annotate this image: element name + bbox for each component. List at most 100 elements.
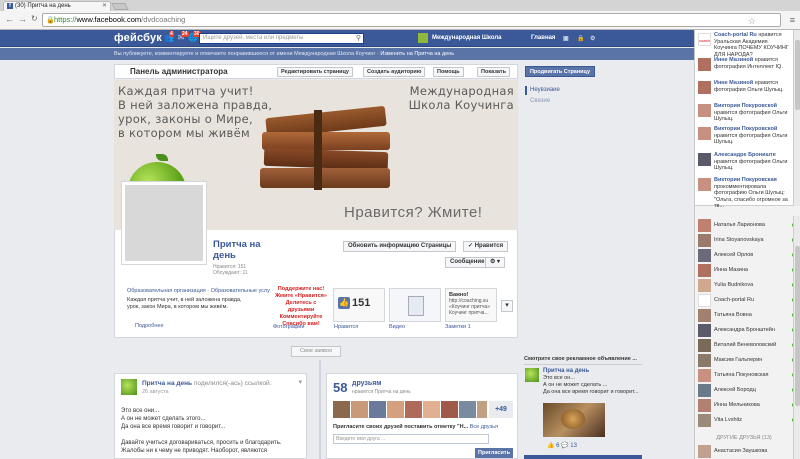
ticker-item[interactable]: Виктории Покуровская прокомментировала ф… [698, 177, 792, 209]
ticker-item[interactable]: Инне Мазиной нравится фотография Интелле… [698, 57, 792, 75]
chat-contact[interactable]: Инна Мазина [698, 264, 798, 278]
new-tab-button[interactable] [111, 3, 129, 10]
message-button[interactable]: Сообщение [445, 257, 490, 268]
browser-menu-icon[interactable]: ≡ [790, 15, 795, 25]
bookmark-star-icon[interactable]: ☆ [748, 15, 756, 27]
more-friends-count[interactable]: +49 [489, 401, 513, 418]
liked-button[interactable]: ✓ Нравится [463, 241, 509, 252]
page-title[interactable]: Притча на день [213, 239, 273, 261]
search-input[interactable]: Ищите друзей, места или предметы ⚲ [199, 33, 364, 44]
tab-close-icon[interactable]: ✕ [102, 2, 107, 11]
messages-icon[interactable]: ✉ 24 [176, 31, 189, 43]
invite-all-link[interactable]: Все друзья [470, 424, 498, 430]
tab-video[interactable]: Видео [389, 324, 405, 330]
chat-contact[interactable]: Алексей Бородц [698, 384, 798, 398]
ticker-item[interactable]: coach Coach-portal Ru нравится Уральская… [698, 32, 792, 58]
ticker-item[interactable]: Инне Мазиной нравится фотография Ольги Ш… [698, 80, 792, 98]
ticker-item[interactable]: Виктории Покуровской нравится фотография… [698, 126, 792, 146]
timeline-year-button[interactable]: Свое заявоо [291, 346, 341, 357]
chat-contact[interactable]: Алексей Орлов [698, 249, 798, 263]
friend-avatar[interactable] [477, 401, 487, 418]
help-button[interactable]: Помощь [433, 67, 464, 77]
category-line[interactable]: Образовательная организация · Образовате… [127, 288, 270, 294]
likes-box[interactable]: 👍 151 [333, 288, 385, 322]
tab-photos[interactable]: Фотографии [273, 324, 304, 330]
address-bar[interactable]: 🔒 https://www.facebook.com/dvdcoaching ☆ [42, 13, 781, 27]
friend-avatar[interactable] [405, 401, 422, 418]
tab-title: (30) Притча на день [15, 3, 71, 9]
tab-likes[interactable]: Нравится [334, 324, 358, 330]
chat-contact[interactable]: Наталья Ларионова [698, 219, 798, 233]
invite-button[interactable]: Пригласить [475, 448, 513, 458]
invite-label: Пригласите своих друзей поставить отметк… [333, 424, 469, 430]
ad-title[interactable]: Притча на день [543, 368, 589, 374]
invite-friend-input[interactable]: Введите имя друга ... [333, 434, 489, 444]
chat-contact[interactable]: Максим Гальперин [698, 354, 798, 368]
page-avatar[interactable] [418, 33, 428, 43]
browser-tab[interactable]: f (30) Притча на день ✕ [3, 1, 111, 11]
chat-contact[interactable]: Coach-portal Ru [698, 294, 798, 308]
show-button[interactable]: Показать [477, 67, 510, 77]
edit-page-button[interactable]: Редактировать страницу [277, 67, 353, 77]
chat-scrollbar[interactable] [793, 216, 800, 459]
gear-menu-button[interactable]: ⚙ ▾ [485, 257, 506, 268]
chat-contact[interactable]: Инна Мельникова [698, 399, 798, 413]
account-icon[interactable]: ▣ [563, 35, 569, 42]
side-nav-saved[interactable]: Связие [530, 98, 550, 104]
chat-contact[interactable]: Татьяна Вовна [698, 309, 798, 323]
post-author-name[interactable]: Притча на день [142, 380, 192, 387]
ad-image[interactable] [543, 403, 605, 437]
create-audience-button[interactable]: Создать аудиторию [363, 67, 426, 77]
ad-line: Это все он... [543, 375, 575, 381]
promote-page-button[interactable]: Продвигать Страницу [525, 66, 595, 77]
friend-avatar[interactable] [369, 401, 386, 418]
post-options-icon[interactable]: ▾ [298, 378, 302, 386]
ticker-avatar [698, 153, 711, 166]
ticker-scrollbar[interactable] [793, 30, 800, 206]
ad-header[interactable]: Смотрите свое рекламное объявление ... [524, 356, 642, 365]
chat-contact[interactable]: Татьяна Покуновская [698, 369, 798, 383]
side-nav-new[interactable]: Неувзиаие [525, 86, 595, 95]
chat-contact[interactable]: Александра Бронштейн [698, 324, 798, 338]
ticker-item[interactable]: Виктория Покуровской нравится фотография… [698, 103, 792, 122]
chat-contact[interactable]: Анастасия Заушкова [698, 445, 798, 459]
switch-identity-link[interactable]: Изменить на Притча на день [380, 51, 454, 57]
more-tabs-arrow[interactable]: ▾ [501, 300, 513, 312]
home-link[interactable]: Главная [531, 35, 555, 41]
chat-contact[interactable]: Yulia Budnikova [698, 279, 798, 293]
notifications-icon[interactable]: 🌐 30 [188, 31, 201, 43]
ad-avatar[interactable] [525, 368, 539, 382]
support-banner[interactable]: Поддержите нас! Жмите «Нравится» Делитес… [275, 286, 327, 328]
ticker-text: Виктории Покуровской нравится фотография… [714, 126, 792, 146]
chat-contact[interactable]: Irina Stoyanovskaya [698, 234, 798, 248]
forward-icon[interactable]: → [18, 13, 27, 25]
video-box[interactable] [389, 288, 441, 322]
search-icon[interactable]: ⚲ [356, 34, 361, 43]
facebook-logo[interactable]: фейсбук [114, 32, 162, 44]
tab-notes[interactable]: Заметки 1 [445, 324, 471, 330]
post-date[interactable]: 26 августа [142, 389, 169, 395]
friend-requests-icon[interactable]: 👥 4 [164, 31, 174, 43]
friends-count[interactable]: 58 [333, 380, 347, 395]
settings-icon[interactable]: ⚙ [590, 35, 595, 42]
post-author[interactable]: Притча на день поделился(-ась) ссылкой. [142, 380, 272, 387]
privacy-icon[interactable]: 🔒 [577, 35, 584, 42]
back-icon[interactable]: ← [5, 13, 14, 25]
friend-avatar[interactable] [441, 401, 458, 418]
friend-avatar[interactable] [423, 401, 440, 418]
ticker-item[interactable]: Александре Брониште нравится фотография … [698, 152, 792, 171]
more-link[interactable]: Подробнее [135, 323, 164, 329]
notes-box[interactable]: Важно! http://coaching.su «Коучинг притч… [445, 288, 497, 322]
friend-avatar[interactable] [351, 401, 368, 418]
friend-avatar[interactable] [333, 401, 350, 418]
post-avatar[interactable] [121, 379, 137, 395]
profile-picture[interactable] [121, 181, 207, 265]
reload-icon[interactable]: ↻ [31, 13, 38, 25]
friend-avatar[interactable] [387, 401, 404, 418]
update-page-info-button[interactable]: Обновить информацию Страницы [343, 241, 457, 252]
chat-contact[interactable]: Виталий Веневоловский [698, 339, 798, 353]
friends-label[interactable]: друзьям [352, 380, 381, 387]
friend-avatar[interactable] [459, 401, 476, 418]
page-name-link[interactable]: Международная Школа [432, 35, 502, 41]
chat-contact[interactable]: Vita Lvshitz [698, 414, 798, 428]
